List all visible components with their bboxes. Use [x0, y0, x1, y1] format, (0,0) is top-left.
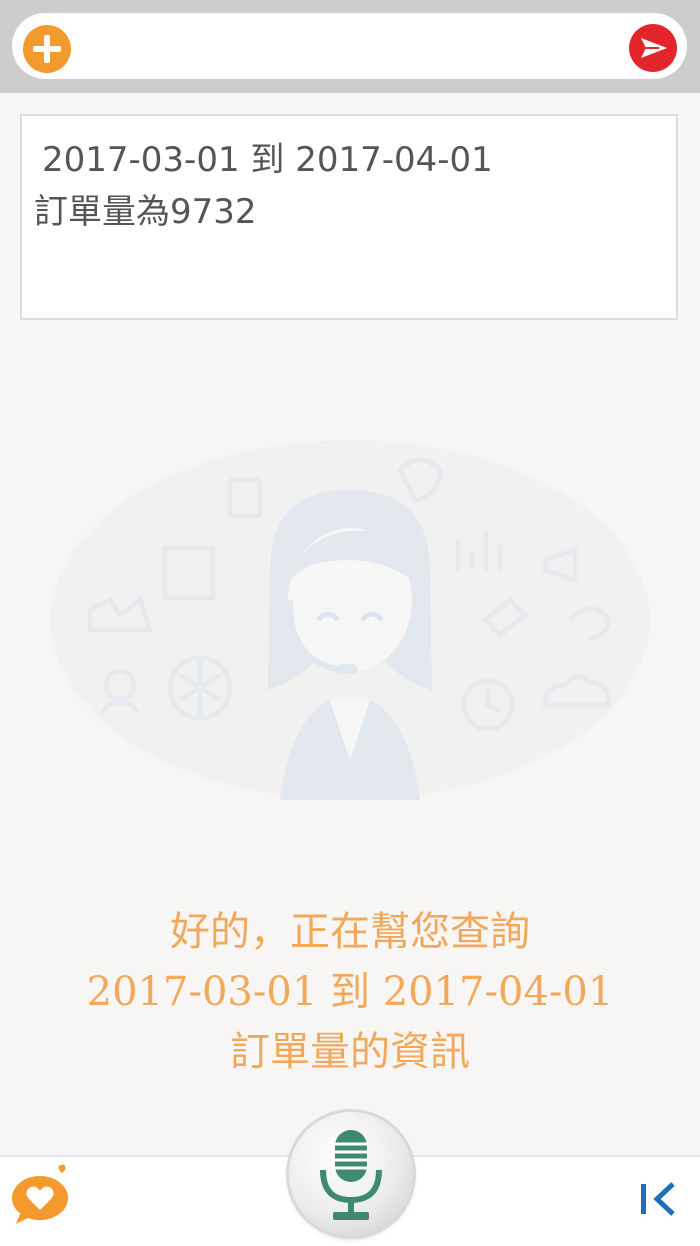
collapse-left-icon[interactable] [635, 1176, 681, 1222]
reply-line: 訂單量的資訊 [230, 1029, 470, 1075]
reply-line: 2017-03-01 到 2017-04-01 [86, 969, 614, 1015]
result-date-range: 2017-03-01 到 2017-04-01 [42, 140, 493, 180]
plus-circle-icon[interactable] [23, 25, 71, 73]
heart-chat-icon[interactable] [10, 1164, 72, 1226]
assistant-reply: 好的，正在幫您查詢 2017-03-01 到 2017-04-01 訂單量的資訊 [0, 902, 700, 1082]
customer-service-agent-icon [50, 440, 650, 800]
send-arrow-icon[interactable] [629, 24, 677, 72]
query-input[interactable] [12, 13, 687, 79]
result-order-count: 訂單量為9732 [34, 192, 257, 232]
reply-line: 好的，正在幫您查詢 [170, 909, 530, 955]
top-input-bar [0, 0, 700, 93]
microphone-icon[interactable] [289, 1112, 413, 1236]
query-result-box: 2017-03-01 到 2017-04-01 訂單量為9732 [20, 114, 678, 320]
